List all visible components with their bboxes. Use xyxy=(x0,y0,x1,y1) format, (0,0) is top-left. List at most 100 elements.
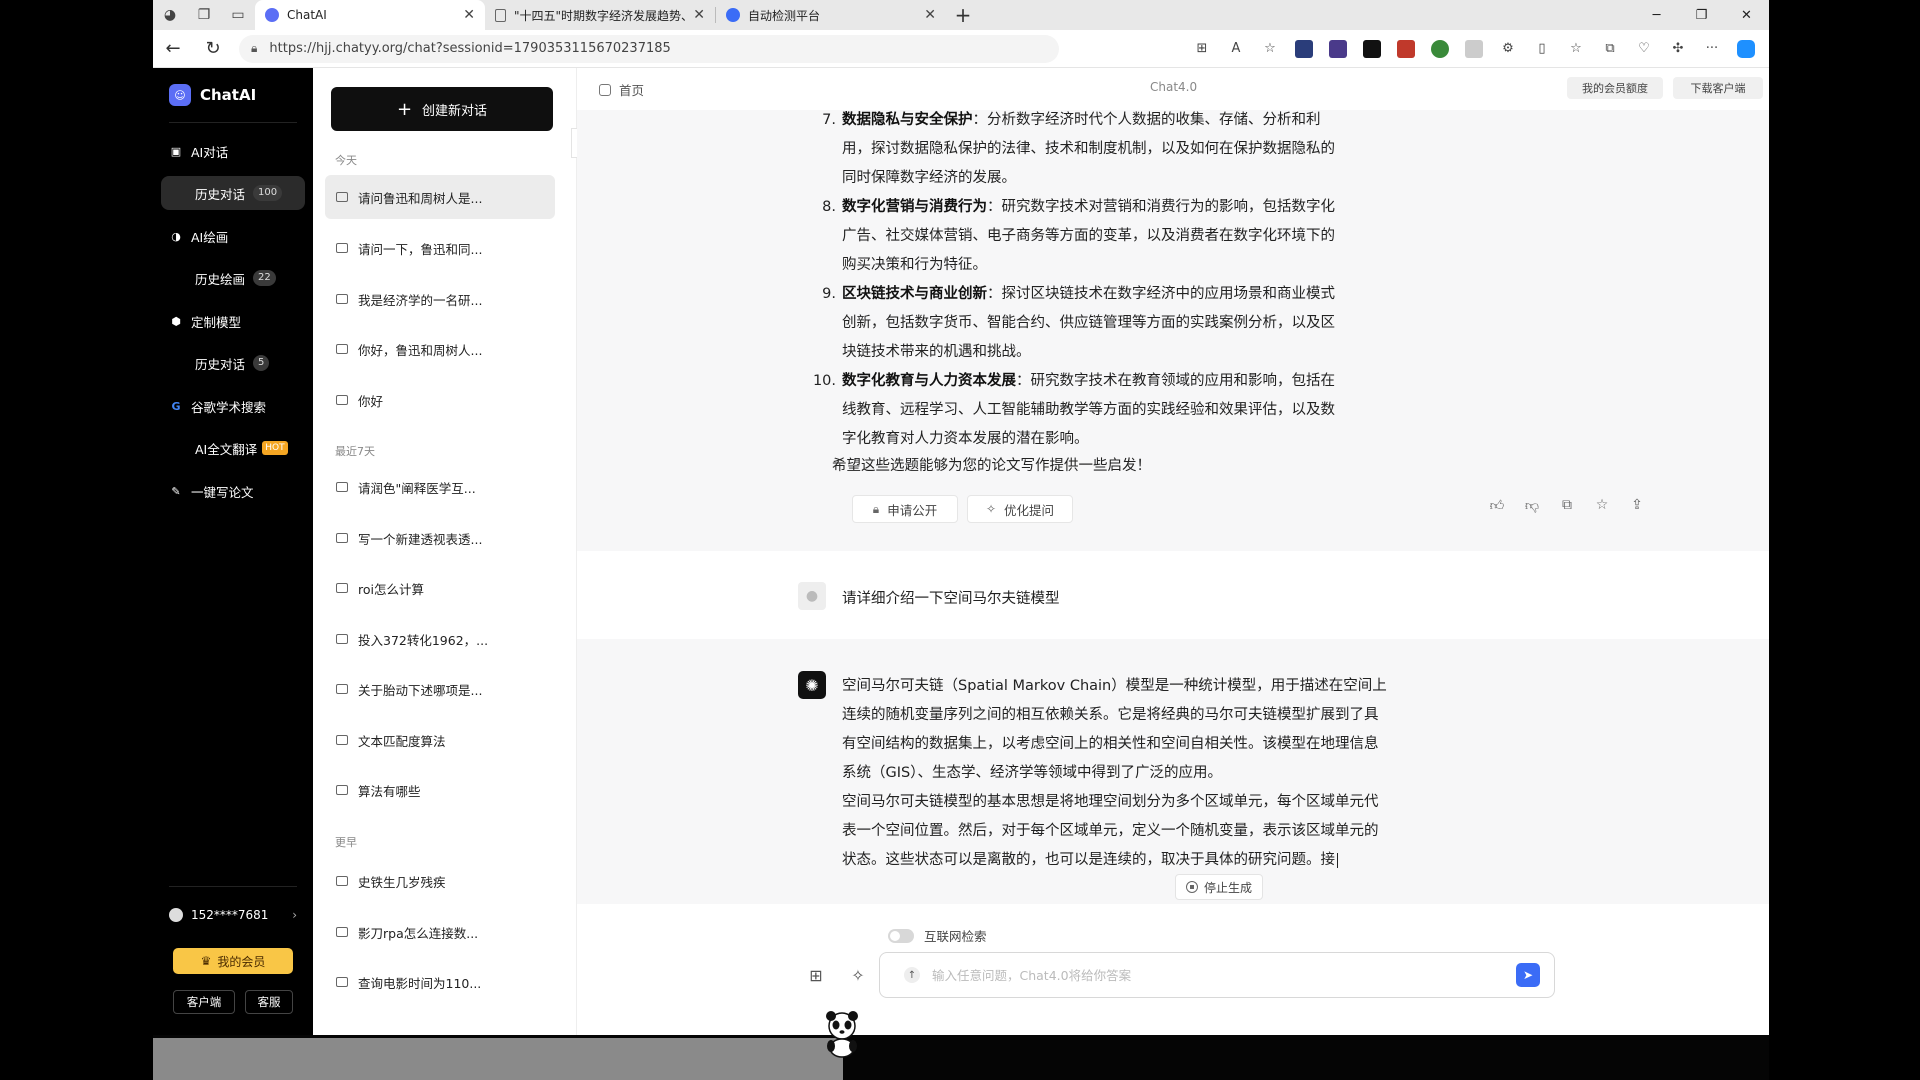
nav-drawing-history[interactable]: 历史绘画 22 xyxy=(161,261,305,295)
web-search-toggle[interactable]: 互联网检索 xyxy=(888,926,987,945)
read-aloud-icon[interactable]: A xyxy=(1219,35,1253,63)
extension-4-icon[interactable] xyxy=(1389,35,1423,63)
tab-detection-platform[interactable]: 自动检测平台 ✕ xyxy=(716,0,946,30)
nav-ai-chat[interactable]: ▣ AI对话 xyxy=(161,134,305,168)
list-line: 块链技术带来的机遇和挑战。 xyxy=(842,344,1031,360)
history-item[interactable]: 投入372转化1962，... xyxy=(325,617,555,661)
history-item[interactable]: 请润色"阐释医学互... xyxy=(325,465,555,509)
history-item[interactable]: 我是经济学的一名研... xyxy=(325,277,555,321)
extensions-icon[interactable]: ⚙ xyxy=(1491,35,1525,63)
history-item[interactable]: 史铁生几岁残疾 xyxy=(325,859,555,903)
history-item[interactable]: 查询电影时间为110... xyxy=(325,960,555,1004)
extension-6-icon[interactable] xyxy=(1457,35,1491,63)
nav-model-history[interactable]: 历史对话 5 xyxy=(161,346,305,380)
list-line: 线教育、远程学习、人工智能辅助教学等方面的实践经验和效果评估，以及数 xyxy=(842,402,1335,418)
history-item[interactable]: 请问一下，鲁迅和同... xyxy=(325,226,555,270)
new-tab-button[interactable]: + xyxy=(946,3,980,27)
copilot-icon[interactable] xyxy=(1729,35,1763,63)
message-icon xyxy=(336,785,348,795)
extension-3-icon[interactable] xyxy=(1355,35,1389,63)
download-client-button[interactable]: 下载客户端 xyxy=(1673,77,1763,99)
new-chat-button[interactable]: + 创建新对话 xyxy=(331,87,553,131)
stop-generating-button[interactable]: 停止生成 xyxy=(1175,874,1263,900)
answer-line: 表一个空间位置。然后，对于每个区域单元，定义一个随机变量，表示该区域单元的 xyxy=(842,823,1379,839)
close-window-icon[interactable]: ✕ xyxy=(1724,0,1769,30)
nav-label: 历史对话 xyxy=(195,186,246,202)
tab-actions-icon[interactable]: ▭ xyxy=(221,0,255,30)
desktop-background xyxy=(153,1035,1769,1080)
tab-digital-economy[interactable]: "十四五"时期数字经济发展趋势、 ✕ xyxy=(485,0,715,30)
refresh-icon[interactable]: ↻ xyxy=(193,30,233,68)
performance-icon[interactable]: ♡ xyxy=(1627,35,1661,63)
apply-public-button[interactable]: 🔒︎ 申请公开 xyxy=(852,495,958,523)
membership-button[interactable]: 我的会员额度 xyxy=(1567,77,1663,99)
count-badge: 100 xyxy=(253,185,283,201)
extension-ia-icon[interactable] xyxy=(1321,35,1355,63)
browser-extension-icon[interactable]: ✣ xyxy=(1661,35,1695,63)
nav-ai-translate[interactable]: AI全文翻译 HOT xyxy=(161,431,305,465)
back-icon[interactable]: ← xyxy=(153,30,193,68)
list-number: 10. xyxy=(812,373,836,389)
collections-button-icon[interactable]: ⧉ xyxy=(1593,35,1627,63)
toggle-switch[interactable] xyxy=(888,928,914,943)
vip-button[interactable]: ♛ 我的会员 xyxy=(173,948,293,974)
app-grid-icon[interactable]: ⊞ xyxy=(1185,35,1219,63)
app-grid-icon[interactable]: ⊞ xyxy=(802,961,830,989)
history-item[interactable]: 你好，鲁迅和周树人... xyxy=(325,327,555,371)
nav-label: 谷歌学术搜索 xyxy=(191,399,267,415)
user-account[interactable]: 152****7681 › xyxy=(169,908,297,922)
lock-icon[interactable]: 🔒︎ xyxy=(251,41,257,56)
history-item[interactable]: 请问鲁迅和周树人是... xyxy=(325,175,555,219)
favorite-star-icon[interactable]: ☆ xyxy=(1253,35,1287,63)
close-icon[interactable]: ✕ xyxy=(463,7,475,23)
brand[interactable]: ☺ ChatAI xyxy=(169,84,256,106)
nav-custom-model[interactable]: ⬢ 定制模型 xyxy=(161,304,305,338)
history-item[interactable]: 算法有哪些 xyxy=(325,768,555,812)
nav-google-scholar[interactable]: G 谷歌学术搜索 xyxy=(161,389,305,423)
favorites-icon[interactable]: ☆ xyxy=(1559,35,1593,63)
vip-label: 我的会员 xyxy=(217,954,266,969)
history-item[interactable]: 文本匹配度算法 xyxy=(325,718,555,762)
history-item[interactable]: roi怎么计算 xyxy=(325,566,555,610)
minimize-icon[interactable]: ─ xyxy=(1634,0,1679,30)
profile-icon[interactable]: ◕ xyxy=(153,0,187,30)
chat-input-box[interactable]: ↑ ➤ xyxy=(879,952,1555,998)
extension-1-icon[interactable] xyxy=(1287,35,1321,63)
prompt-plugin-icon[interactable]: ✧ xyxy=(844,961,872,989)
history-item[interactable]: 影刀rpa怎么连接数... xyxy=(325,910,555,954)
history-item[interactable]: 关于胎动下述哪项是... xyxy=(325,667,555,711)
history-item[interactable]: 写一个新建透视表透... xyxy=(325,516,555,560)
user-avatar-icon: ● xyxy=(798,582,826,610)
nav-ai-drawing[interactable]: ◑ AI绘画 xyxy=(161,219,305,253)
service-button[interactable]: 客服 xyxy=(245,990,293,1014)
more-icon[interactable]: ··· xyxy=(1695,35,1729,63)
collections-icon[interactable]: ❐ xyxy=(187,0,221,30)
restore-icon[interactable]: ❐ xyxy=(1679,0,1724,30)
avatar xyxy=(169,908,183,922)
url-field[interactable]: 🔒︎ https://hjj.chatyy.org/chat?sessionid… xyxy=(239,34,1059,63)
home-link[interactable]: 首页 xyxy=(599,80,644,99)
client-button[interactable]: 客户端 xyxy=(173,990,235,1014)
close-icon[interactable]: ✕ xyxy=(693,7,705,23)
message-icon xyxy=(336,977,348,987)
share-icon[interactable]: ⇪ xyxy=(1627,495,1647,515)
screen: ◕ ❐ ▭ ChatAI ✕ "十四五"时期数字经济发展趋势、 ✕ 自动检测平台… xyxy=(0,0,1920,1080)
extension-5-icon[interactable] xyxy=(1423,35,1457,63)
nav-write-paper[interactable]: ✎ 一键写论文 xyxy=(161,474,305,508)
copy-icon[interactable]: ⧉ xyxy=(1557,495,1577,515)
tab-chatai[interactable]: ChatAI ✕ xyxy=(255,0,485,30)
nav-label: 定制模型 xyxy=(191,314,242,330)
history-item[interactable]: 你好 xyxy=(325,378,555,422)
send-icon[interactable]: ➤ xyxy=(1516,963,1540,987)
nav-chat-history[interactable]: 历史对话 100 xyxy=(161,176,305,210)
chat-input[interactable] xyxy=(932,967,1516,983)
thumbs-up-icon[interactable]: 👍︎ xyxy=(1487,495,1507,515)
message-icon xyxy=(336,634,348,644)
optimize-question-button[interactable]: ✧ 优化提问 xyxy=(967,495,1073,523)
star-icon[interactable]: ☆ xyxy=(1592,495,1612,515)
upload-icon[interactable]: ↑ xyxy=(904,967,920,983)
thumbs-down-icon[interactable]: 👎︎ xyxy=(1522,495,1542,515)
close-icon[interactable]: ✕ xyxy=(924,7,936,23)
split-screen-icon[interactable]: ▯ xyxy=(1525,35,1559,63)
list-item: 8. 数字化营销与消费行为：研究数字技术对营销和消费行为的影响，包括数字化 广告… xyxy=(822,193,1412,280)
